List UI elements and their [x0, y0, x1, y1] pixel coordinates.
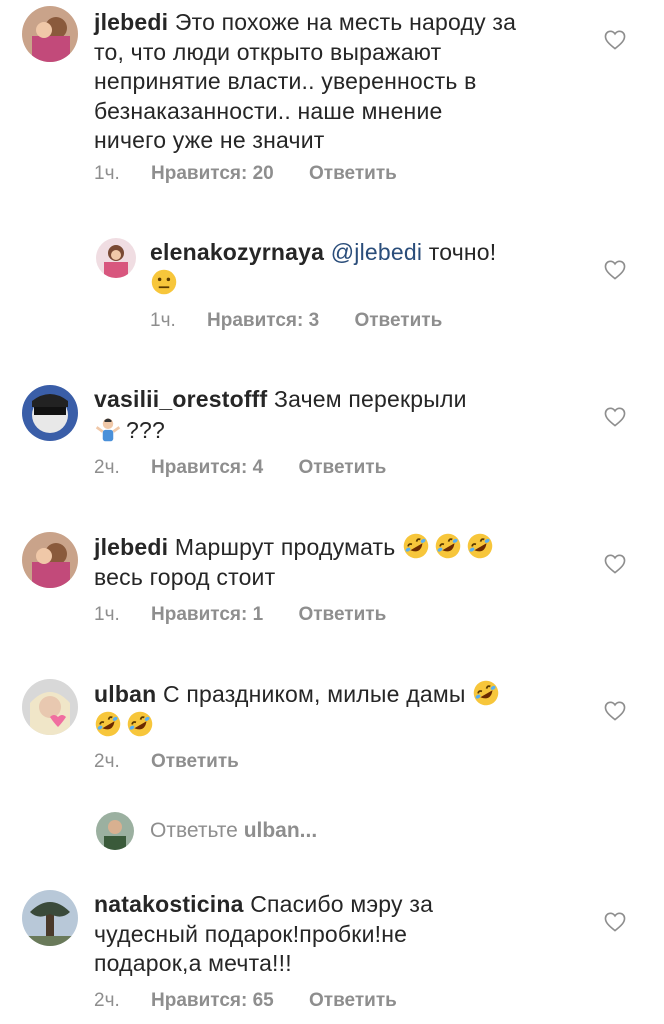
avatar	[96, 812, 134, 850]
heart-outline-icon[interactable]	[604, 260, 626, 280]
likes-count[interactable]: Нравится: 65	[151, 990, 274, 1012]
comment-time: 1ч.	[94, 163, 120, 184]
mention-link[interactable]: @jlebedi	[331, 239, 422, 265]
rofl-icon	[472, 679, 500, 707]
rofl-icon	[466, 532, 494, 560]
comment-text: Маршрут продумать	[174, 534, 396, 560]
comment-text: С праздником, милые дамы	[162, 681, 466, 707]
avatar[interactable]	[22, 6, 78, 62]
reply-button[interactable]: Ответить	[298, 457, 386, 479]
heart-outline-icon[interactable]	[604, 701, 626, 721]
comment-time: 1ч.	[150, 310, 176, 331]
likes-count[interactable]: Нравится: 1	[151, 604, 263, 626]
heart-outline-icon[interactable]	[604, 912, 626, 932]
comment-username[interactable]: natakosticina	[94, 891, 244, 917]
comment-meta: 2ч. Нравится: 65 Ответить	[94, 990, 397, 1012]
comment-body: jlebedi Маршрут продумать весь город сто…	[94, 532, 498, 592]
comment-time: 2ч.	[94, 990, 120, 1011]
reply-button[interactable]: Ответить	[298, 604, 386, 626]
comment-time: 1ч.	[94, 604, 120, 625]
rofl-icon	[434, 532, 462, 560]
comment-meta: 1ч. Нравится: 20 Ответить	[94, 163, 397, 185]
comment-body: jlebedi Это похоже на месть народу за то…	[94, 8, 516, 156]
comment-username[interactable]: jlebedi	[94, 9, 168, 35]
comment-text-line: Это похоже на месть народу за	[174, 9, 517, 35]
likes-count[interactable]: Нравится: 4	[151, 457, 263, 479]
avatar[interactable]	[22, 890, 78, 946]
comment-body: natakosticina Спасибо мэру за чудесный п…	[94, 890, 433, 979]
reply-button[interactable]: Ответить	[309, 990, 397, 1012]
avatar[interactable]	[22, 679, 78, 735]
comment-username[interactable]: elenakozyrnaya	[150, 239, 324, 265]
neutral-face-icon	[151, 269, 177, 294]
reply-placeholder[interactable]: Ответьте ulban...	[150, 819, 317, 843]
likes-count[interactable]: Нравится: 20	[151, 163, 274, 185]
reply-username: ulban...	[243, 819, 318, 842]
comment-text-line: чудесный подарок!пробки!не	[94, 920, 408, 947]
comment-text-line: весь город стоит	[94, 563, 276, 590]
comment-text-line: непринятие власти.. уверенность в	[94, 68, 477, 94]
reply-button[interactable]: Ответить	[354, 310, 442, 332]
reply-button[interactable]: Ответить	[151, 751, 239, 773]
reply-prefix: Ответьте	[150, 819, 238, 842]
comment-meta: 2ч. Нравится: 4 Ответить	[94, 457, 386, 479]
comment-body: elenakozyrnaya @jlebedi точно!	[150, 238, 496, 298]
avatar[interactable]	[22, 532, 78, 588]
comment-text-line: ???	[126, 416, 165, 443]
comment-text: Зачем перекрыли	[274, 386, 467, 412]
comment-text-line: подарок,а мечта!!!	[94, 950, 292, 976]
reply-button[interactable]: Ответить	[309, 163, 397, 185]
comment-meta: 1ч. Нравится: 1 Ответить	[94, 604, 386, 626]
comment-body: ulban С праздником, милые дамы	[94, 679, 504, 740]
person-shrugging-icon	[95, 418, 121, 441]
rofl-icon	[94, 710, 122, 738]
rofl-icon	[126, 710, 154, 738]
avatar[interactable]	[22, 385, 78, 441]
comment-time: 2ч.	[94, 457, 120, 478]
comment-time: 2ч.	[94, 751, 120, 772]
comment-username[interactable]: ulban	[94, 681, 156, 707]
comment-text-line: Спасибо мэру за	[250, 891, 434, 917]
comment-text-line: безнаказанности.. наше мнение	[94, 97, 443, 124]
avatar[interactable]	[96, 238, 136, 278]
comment-text-line: ничего уже не значит	[94, 127, 325, 153]
heart-outline-icon[interactable]	[604, 407, 626, 427]
comment-username[interactable]: vasilii_orestofff	[94, 386, 267, 412]
comment-text-line: то, что люди открыто выражают	[94, 38, 442, 65]
reply-compose[interactable]: Ответьте ulban...	[0, 810, 664, 854]
rofl-icon	[402, 532, 430, 560]
comment-meta: 2ч. Ответить	[94, 751, 239, 773]
comment-username[interactable]: jlebedi	[94, 534, 168, 560]
heart-outline-icon[interactable]	[604, 30, 626, 50]
likes-count[interactable]: Нравится: 3	[207, 310, 319, 332]
comment-body: vasilii_orestofff Зачем перекрыли ???	[94, 385, 467, 445]
comment-text: точно!	[428, 239, 497, 265]
comment-meta: 1ч. Нравится: 3 Ответить	[150, 310, 442, 332]
heart-outline-icon[interactable]	[604, 554, 626, 574]
